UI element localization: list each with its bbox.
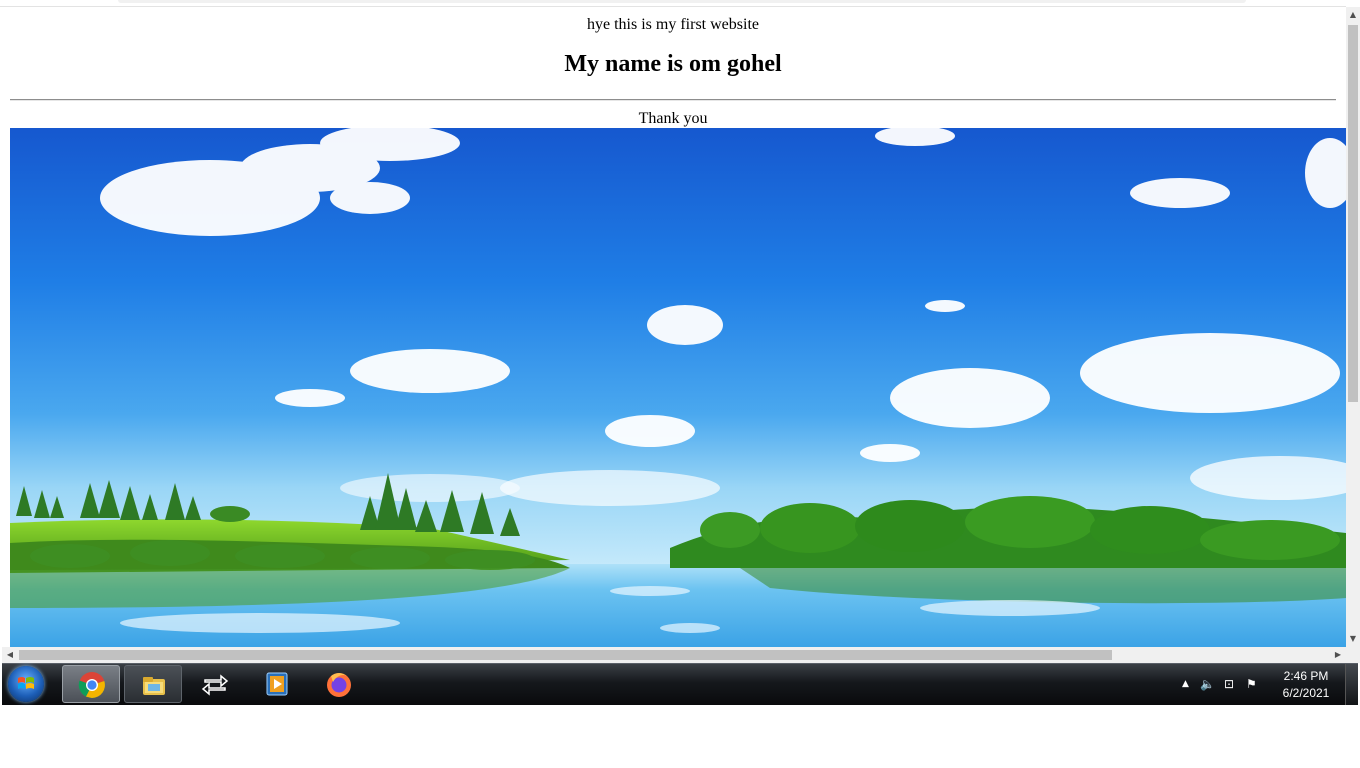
chrome-icon	[78, 672, 105, 699]
taskbar-media-player[interactable]	[248, 665, 306, 703]
taskbar-file-explorer[interactable]	[124, 665, 182, 703]
taskbar-switch-windows[interactable]	[186, 665, 244, 703]
scroll-left-icon[interactable]: ◀	[2, 647, 18, 663]
vertical-scrollbar[interactable]: ▲ ▼	[1346, 7, 1360, 647]
closing-text: Thank you	[638, 110, 708, 127]
media-player-icon	[266, 672, 288, 696]
scroll-up-icon[interactable]: ▲	[1346, 7, 1360, 23]
landscape-image	[10, 128, 1346, 647]
intro-text: hye this is my first website	[587, 16, 759, 33]
scroll-right-icon[interactable]: ▶	[1330, 647, 1346, 663]
taskbar: ▲ 🔈 ⊡ ⚑ 2:46 PM 6/2/2021	[2, 663, 1358, 705]
horizontal-scroll-thumb[interactable]	[19, 650, 1112, 660]
start-button[interactable]	[8, 666, 44, 702]
firefox-icon	[327, 673, 351, 697]
clock-date: 6/2/2021	[1282, 686, 1330, 700]
horizontal-rule	[10, 99, 1336, 101]
taskbar-firefox[interactable]	[310, 665, 368, 703]
windows-logo-icon	[18, 677, 34, 689]
clock[interactable]: 2:46 PM 6/2/2021	[1276, 668, 1336, 702]
taskbar-chrome[interactable]	[62, 665, 120, 703]
browser-bar-edge	[118, 0, 1246, 3]
action-center-flag-icon[interactable]: ⚑	[1246, 677, 1257, 691]
horizontal-scrollbar[interactable]: ◀ ▶	[2, 647, 1346, 663]
volume-icon[interactable]: 🔈	[1200, 677, 1215, 691]
clock-time: 2:46 PM	[1283, 669, 1329, 683]
browser-top-strip	[0, 0, 1346, 7]
network-icon[interactable]: ⊡	[1224, 677, 1234, 691]
scrollbar-corner	[1346, 647, 1360, 663]
show-desktop-button[interactable]	[1345, 664, 1358, 705]
switch-windows-icon	[201, 674, 229, 696]
file-explorer-icon	[143, 677, 165, 695]
show-hidden-icons-icon[interactable]: ▲	[1182, 679, 1189, 689]
page-title: My name is om gohel	[564, 51, 782, 77]
scroll-down-icon[interactable]: ▼	[1346, 631, 1360, 647]
webpage-viewport: hye this is my first website My name is …	[0, 7, 1346, 647]
system-tray: ▲ 🔈 ⊡ ⚑ 2:46 PM 6/2/2021	[1178, 664, 1358, 705]
vertical-scroll-thumb[interactable]	[1348, 25, 1358, 402]
